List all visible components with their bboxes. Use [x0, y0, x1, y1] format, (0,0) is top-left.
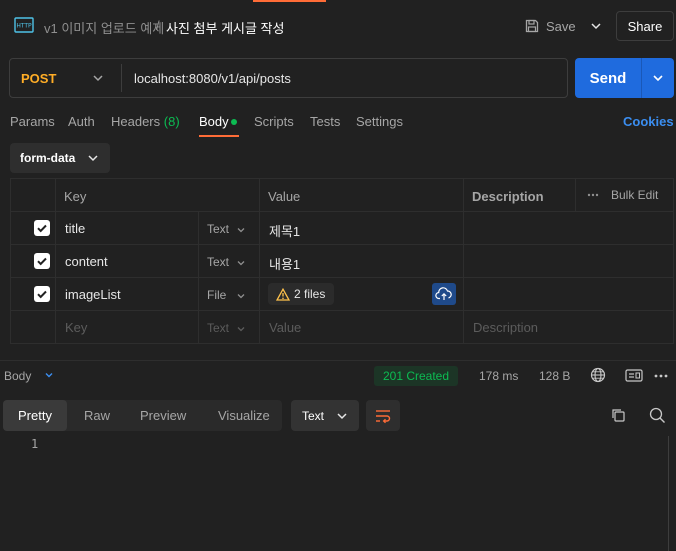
row-value[interactable]: 내용1 [269, 254, 300, 273]
tab-settings[interactable]: Settings [356, 114, 403, 129]
row-type-select[interactable]: Text [207, 255, 229, 269]
row-divider [10, 244, 674, 245]
tab-params[interactable]: Params [10, 114, 55, 129]
new-value-input[interactable]: Value [269, 320, 301, 335]
response-size[interactable]: 128 B [539, 369, 570, 383]
response-scrollbar[interactable] [668, 436, 669, 551]
svg-text:HTTP: HTTP [16, 23, 32, 30]
column-header-description: Description [472, 189, 544, 204]
column-header-key: Key [64, 189, 87, 204]
col-divider [463, 178, 464, 344]
wrap-lines-button[interactable] [366, 400, 400, 431]
chevron-down-icon [237, 261, 245, 266]
new-description-input[interactable]: Description [473, 320, 538, 335]
save-response-icon[interactable] [625, 369, 643, 382]
body-active-dot [231, 119, 237, 125]
send-button[interactable]: Send [575, 58, 641, 98]
url-divider [121, 64, 122, 92]
status-badge[interactable]: 201 Created [374, 366, 458, 386]
tab-pretty[interactable]: Pretty [18, 408, 52, 423]
chevron-down-icon [337, 412, 347, 419]
row-value[interactable]: 제목1 [269, 221, 300, 240]
chevron-down-icon [653, 75, 663, 82]
share-button[interactable]: Share [616, 11, 674, 41]
url-input[interactable]: localhost:8080/v1/api/posts [134, 71, 291, 86]
tab-body-underline [199, 135, 239, 137]
response-format-label: Text [302, 408, 325, 423]
chevron-down-icon [591, 23, 601, 30]
tab-visualize[interactable]: Visualize [218, 408, 270, 423]
check-icon [37, 257, 47, 266]
row-checkbox[interactable] [34, 286, 50, 302]
save-label: Save [546, 18, 576, 34]
tab-auth[interactable]: Auth [68, 114, 95, 129]
row-key[interactable]: title [65, 221, 85, 236]
row-divider [10, 277, 674, 278]
method-select[interactable]: POST [21, 71, 56, 86]
col-divider [198, 211, 199, 344]
save-button[interactable]: Save [524, 14, 580, 38]
upload-file-button[interactable] [432, 283, 456, 305]
check-icon [37, 290, 47, 299]
copy-icon[interactable] [610, 407, 626, 423]
tab-headers-label: Headers [111, 114, 161, 129]
chevron-down-icon [237, 228, 245, 233]
save-options-dropdown[interactable] [586, 14, 606, 38]
row-key[interactable]: content [65, 254, 108, 269]
row-type-select[interactable]: Text [207, 222, 229, 236]
headers-count-badge: (8) [163, 114, 180, 129]
wrap-lines-icon [376, 409, 391, 423]
warning-icon [276, 287, 290, 301]
response-divider[interactable] [0, 360, 676, 361]
upload-cloud-icon [435, 287, 452, 300]
response-time[interactable]: 178 ms [479, 369, 518, 383]
chevron-down-icon [237, 294, 245, 299]
request-title[interactable]: 사진 첨부 게시글 작성 [166, 18, 284, 37]
col-divider [575, 178, 576, 211]
http-icon: HTTP [14, 17, 34, 33]
body-type-label: form-data [20, 151, 76, 165]
col-divider [259, 178, 260, 344]
column-header-value: Value [268, 189, 301, 204]
files-count: 2 files [294, 287, 326, 301]
search-icon[interactable] [649, 407, 666, 424]
response-format-select[interactable]: Text [291, 400, 359, 431]
more-icon[interactable] [654, 374, 668, 378]
chevron-down-icon [237, 327, 245, 332]
new-key-input[interactable]: Key [65, 320, 87, 335]
tab-tests[interactable]: Tests [310, 114, 340, 129]
body-type-select[interactable]: form-data [10, 143, 110, 173]
col-divider [55, 178, 56, 344]
files-chip[interactable]: 2 files [268, 283, 334, 305]
breadcrumb-separator: / [156, 18, 160, 33]
row-checkbox[interactable] [34, 220, 50, 236]
tab-preview[interactable]: Preview [140, 408, 186, 423]
row-checkbox[interactable] [34, 253, 50, 269]
tab-body[interactable]: Body [199, 114, 229, 129]
row-divider [10, 211, 674, 212]
row-divider [10, 310, 674, 311]
cookies-link[interactable]: Cookies [623, 114, 674, 129]
breadcrumb-collection[interactable]: v1 이미지 업로드 예제 [44, 18, 164, 37]
tab-scripts[interactable]: Scripts [254, 114, 294, 129]
globe-icon[interactable] [590, 367, 606, 383]
line-number: 1 [31, 437, 39, 451]
new-type-select[interactable]: Text [207, 321, 229, 335]
chevron-down-icon[interactable] [92, 71, 104, 85]
response-section-select[interactable]: Body [4, 369, 31, 383]
row-key[interactable]: imageList [65, 287, 121, 302]
tab-raw[interactable]: Raw [84, 408, 110, 423]
tab-headers[interactable]: Headers (8) [111, 114, 180, 129]
more-icon[interactable] [587, 193, 599, 197]
save-icon [525, 19, 539, 33]
row-type-select[interactable]: File [207, 288, 226, 302]
send-options-dropdown[interactable] [642, 58, 674, 98]
chevron-down-icon [88, 155, 98, 162]
bulk-edit-button[interactable]: Bulk Edit [611, 188, 658, 202]
chevron-down-icon[interactable] [44, 370, 54, 380]
check-icon [37, 224, 47, 233]
